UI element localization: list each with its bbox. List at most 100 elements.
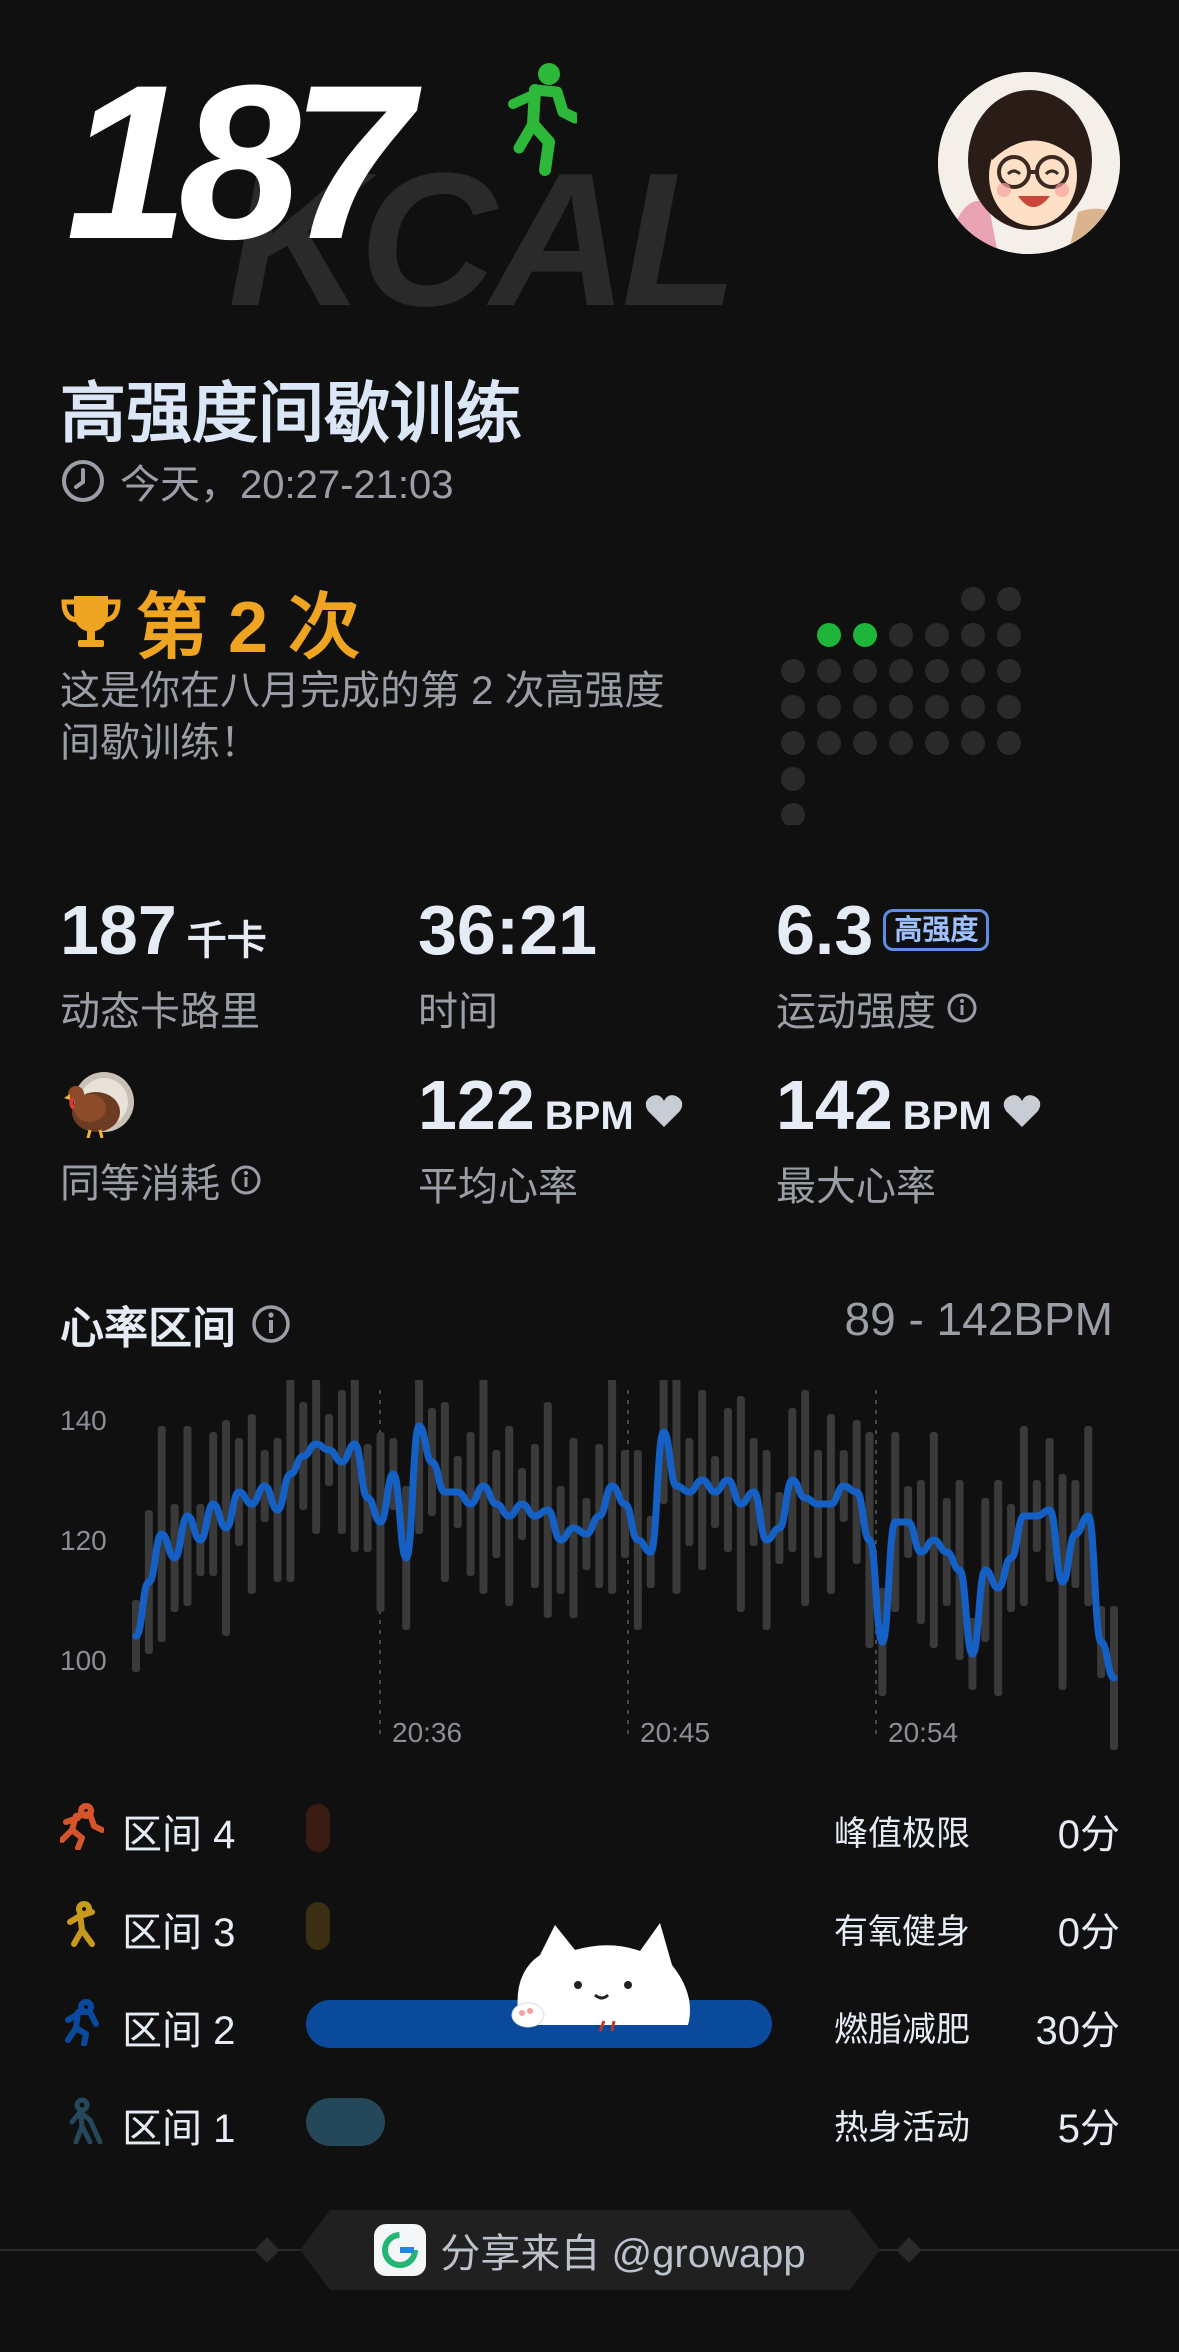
achievement-description: 这是你在八月完成的第 2 次高强度间歇训练！	[60, 669, 665, 765]
zone-2-runner-icon	[65, 1999, 99, 2046]
day-dot	[781, 695, 805, 719]
stat-avg-hr-unit: BPM	[544, 1094, 634, 1138]
stat-duration: 36:21 时间	[418, 895, 597, 1037]
workout-title: 高强度间歇训练	[60, 376, 522, 450]
day-dot	[961, 731, 985, 755]
growapp-logo-icon	[374, 2224, 427, 2276]
hr-zone-title: 心率区间	[60, 1292, 292, 1356]
trophy-icon	[61, 595, 121, 647]
stat-duration-label: 时间	[418, 990, 498, 1034]
workout-time-text: 今天，20:27-21:03	[120, 463, 454, 507]
stat-max-hr-unit: BPM	[902, 1094, 992, 1138]
zone-name: 峰值极限	[834, 1815, 970, 1853]
zone-name: 有氧健身	[834, 1913, 970, 1951]
avatar[interactable]	[938, 72, 1120, 254]
stat-avg-hr-value: 122	[418, 1066, 535, 1144]
day-dot	[961, 623, 985, 647]
day-dot	[997, 695, 1021, 719]
zone-1-runner-icon	[69, 2097, 103, 2144]
day-dot	[853, 695, 877, 719]
day-dot	[889, 731, 913, 755]
achievement-count: 第 2 次	[136, 588, 361, 668]
stat-intensity-value: 6.3	[776, 891, 874, 969]
day-dot	[961, 587, 985, 611]
day-dot	[781, 659, 805, 683]
zone-label: 区间 4	[122, 1813, 236, 1857]
x-tick-label: 20:45	[640, 1717, 710, 1748]
info-icon[interactable]	[946, 992, 978, 1024]
hr-range-bar	[312, 1380, 321, 1534]
stat-intensity: 6.3 高强度 运动强度	[776, 891, 990, 1037]
zone-minutes: 5分	[1057, 2107, 1120, 2151]
day-dot	[925, 659, 949, 683]
hr-zone-title-text: 心率区间	[60, 1304, 236, 1353]
zone-3-runner-icon	[67, 1901, 95, 1947]
intensity-badge: 高强度	[883, 909, 990, 951]
workout-time-row: 今天，20:27-21:03	[60, 452, 454, 510]
stat-duration-value: 36:21	[418, 891, 598, 969]
stat-intensity-label: 运动强度	[776, 990, 936, 1034]
info-icon[interactable]	[250, 1303, 292, 1345]
footer-diamond-right	[896, 2237, 922, 2263]
achievement-headline: 第 2 次	[60, 568, 360, 673]
y-tick-label: 140	[60, 1405, 107, 1436]
share-footer[interactable]: 分享来自 @growapp	[300, 2210, 880, 2290]
active-day-dot	[853, 623, 877, 647]
day-dot	[961, 659, 985, 683]
zone-minutes: 0分	[1057, 1911, 1120, 1955]
footer-diamond-left	[254, 2237, 280, 2263]
avatar-illustration	[938, 72, 1120, 254]
stat-max-hr: 142 BPM 最大心率	[776, 1070, 1042, 1212]
day-dot	[853, 659, 877, 683]
zone-bar	[306, 1902, 330, 1950]
zone-label: 区间 1	[122, 2107, 236, 2151]
stat-avg-hr-label: 平均心率	[418, 1165, 578, 1209]
stat-equivalent-label: 同等消耗	[60, 1162, 220, 1206]
stat-calories-label: 动态卡路里	[60, 990, 260, 1034]
stat-calories: 187 千卡 动态卡路里	[60, 895, 267, 1037]
zone-bar	[306, 2098, 386, 2146]
y-tick-label: 120	[60, 1525, 107, 1556]
y-tick-label: 100	[60, 1645, 107, 1676]
day-dot	[925, 623, 949, 647]
day-dot	[889, 695, 913, 719]
day-dot	[997, 659, 1021, 683]
zone-label: 区间 3	[122, 1911, 236, 1955]
monthly-dots-grid	[781, 587, 1021, 825]
zone-minutes: 30分	[1035, 2009, 1121, 2053]
heart-rate-chart: 140 120 100 20:36 20:45 20:54	[60, 1380, 1118, 1750]
running-person-icon	[508, 63, 577, 176]
zone-bar	[306, 1804, 330, 1852]
stat-calories-unit: 千卡	[186, 919, 267, 963]
day-dot	[853, 731, 877, 755]
heart-icon	[1003, 1095, 1040, 1127]
share-text: 分享来自 @growapp	[440, 2232, 806, 2276]
day-dot	[817, 695, 841, 719]
day-dot	[997, 587, 1021, 611]
day-dot	[817, 731, 841, 755]
zone-row-4: 区间 4 峰值极限 0分	[60, 1790, 1120, 1860]
x-tick-label: 20:54	[888, 1717, 958, 1748]
day-dot	[889, 659, 913, 683]
day-dot	[997, 731, 1021, 755]
zone-name: 热身活动	[834, 2109, 970, 2147]
heart-icon	[645, 1095, 682, 1127]
day-dot	[781, 767, 805, 791]
info-icon[interactable]	[230, 1164, 262, 1196]
stat-calories-value: 187	[60, 891, 177, 969]
day-dot	[997, 623, 1021, 647]
zone-label: 区间 2	[122, 2009, 236, 2053]
stat-avg-hr: 122 BPM 平均心率	[418, 1070, 684, 1212]
zone-name: 燃脂减肥	[834, 2011, 970, 2049]
cat-sticker	[511, 1923, 690, 2032]
turkey-icon	[64, 1072, 134, 1139]
active-day-dot	[817, 623, 841, 647]
day-dot	[925, 695, 949, 719]
calories-hero-number: 187	[66, 39, 413, 285]
stat-equivalent: 同等消耗	[60, 1068, 262, 1209]
x-tick-label: 20:36	[392, 1717, 462, 1748]
hr-range: 89 - 142BPM	[844, 1293, 1113, 1345]
day-dot	[961, 695, 985, 719]
stat-max-hr-label: 最大心率	[776, 1165, 936, 1209]
day-dot	[781, 731, 805, 755]
